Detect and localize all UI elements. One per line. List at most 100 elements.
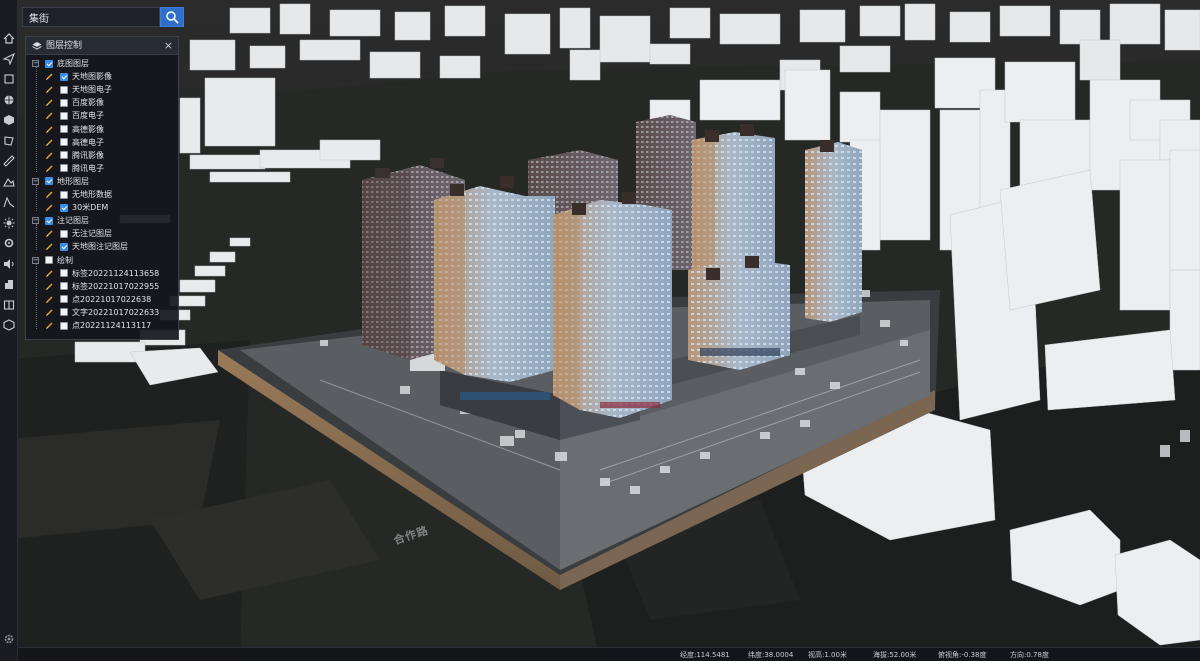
navigate-icon[interactable]	[3, 53, 15, 65]
layer-checkbox[interactable]	[60, 203, 68, 212]
pencil-icon[interactable]	[45, 282, 54, 291]
heading-readout: 方向:0.78度	[1010, 651, 1049, 659]
panel-title: 图层控制	[46, 41, 83, 51]
layer-label: 百度电子	[72, 111, 104, 121]
tree-connector	[36, 224, 37, 251]
search-input[interactable]	[22, 7, 160, 27]
left-toolbar	[0, 0, 18, 661]
polygon-icon[interactable]	[3, 135, 15, 147]
view-height-readout: 视高:1.00米	[808, 651, 847, 659]
layer-icon[interactable]	[3, 73, 15, 85]
layer-label: 腾讯电子	[72, 163, 104, 173]
compare-icon[interactable]	[3, 299, 15, 311]
layer-checkbox[interactable]	[60, 308, 68, 317]
panel-header: 图层控制 ×	[26, 37, 178, 55]
layer-label: 百度影像	[72, 98, 104, 108]
layer-label: 文字20221017022633	[72, 307, 160, 317]
layer-label: 点20221124113117	[72, 321, 152, 330]
status-bar: 经度:114.5481 纬度:38.0004 视高:1.00米 海拔:52.00…	[18, 647, 1200, 661]
cube-icon[interactable]	[3, 114, 15, 126]
layer-label: 高德电子	[72, 137, 104, 147]
layer-label: 高德影像	[72, 124, 104, 134]
collapse-icon[interactable]: −	[32, 217, 39, 225]
pencil-icon[interactable]	[45, 85, 54, 94]
close-icon[interactable]: ×	[164, 37, 173, 55]
pencil-icon[interactable]	[45, 72, 54, 81]
profile-icon[interactable]	[3, 196, 15, 208]
globe-icon[interactable]	[3, 94, 15, 106]
tree-connector	[36, 67, 37, 172]
pencil-icon[interactable]	[45, 321, 54, 330]
model-icon[interactable]	[3, 319, 15, 331]
tree-connector	[36, 263, 37, 329]
layer-label: 无注记图层	[72, 229, 112, 239]
layer-checkbox[interactable]	[60, 295, 68, 304]
longitude-readout: 经度:114.5481	[680, 651, 730, 659]
layer-checkbox[interactable]	[60, 98, 68, 107]
pencil-icon[interactable]	[45, 269, 54, 278]
group-checkbox[interactable]	[45, 177, 53, 186]
gis-viewer: 合作路 集街 图层控制 × − 底图图层 天地图影像 天地图电子 百度影像 百度…	[0, 0, 1200, 661]
collapse-icon[interactable]: −	[32, 256, 39, 264]
layer-checkbox[interactable]	[60, 151, 68, 160]
search-icon	[166, 11, 179, 24]
layer-label: 30米DEM	[72, 203, 109, 213]
ruler-icon[interactable]	[3, 155, 15, 167]
pencil-icon[interactable]	[45, 164, 54, 173]
layer-checkbox[interactable]	[60, 229, 68, 238]
layer-checkbox[interactable]	[60, 282, 68, 291]
pencil-icon[interactable]	[45, 151, 54, 160]
map-3d-scene[interactable]	[0, 0, 1200, 661]
layer-checkbox[interactable]	[60, 190, 68, 199]
pencil-icon[interactable]	[45, 111, 54, 120]
layer-checkbox[interactable]	[60, 242, 68, 251]
group-checkbox[interactable]	[45, 59, 53, 68]
sun-icon[interactable]	[3, 217, 15, 229]
pencil-icon[interactable]	[45, 125, 54, 134]
terrain-icon[interactable]	[3, 176, 15, 188]
group-label: 底图图层	[57, 59, 89, 68]
pencil-icon[interactable]	[45, 242, 54, 251]
layer-checkbox[interactable]	[60, 111, 68, 120]
pencil-icon[interactable]	[45, 229, 54, 238]
pencil-icon[interactable]	[45, 203, 54, 212]
layer-label: 腾讯影像	[72, 150, 104, 160]
pitch-readout: 俯视角:-0.38度	[938, 651, 987, 659]
layer-checkbox[interactable]	[60, 85, 68, 94]
home-icon[interactable]	[3, 32, 15, 44]
pencil-icon[interactable]	[45, 190, 54, 199]
layer-label: 标签20221124113658	[72, 268, 160, 278]
layer-checkbox[interactable]	[60, 138, 68, 147]
layer-checkbox[interactable]	[60, 72, 68, 81]
group-checkbox[interactable]	[45, 256, 53, 264]
layer-label: 标签20221017022955	[72, 281, 160, 291]
gear-icon[interactable]	[3, 633, 15, 645]
layer-label: 无地形数据	[72, 190, 112, 199]
group-checkbox[interactable]	[45, 216, 53, 225]
layer-checkbox[interactable]	[60, 269, 68, 278]
search-button[interactable]	[160, 7, 184, 27]
altitude-readout: 海拔:52.00米	[873, 651, 917, 659]
latitude-readout: 纬度:38.0004	[748, 651, 794, 659]
collapse-icon[interactable]: −	[32, 60, 39, 67]
pencil-icon[interactable]	[45, 295, 54, 304]
layers-icon	[32, 42, 42, 50]
pencil-icon[interactable]	[45, 98, 54, 107]
sound-icon[interactable]	[3, 258, 15, 270]
layer-checkbox[interactable]	[60, 125, 68, 133]
layer-checkbox[interactable]	[60, 321, 68, 330]
group-label: 绘制	[57, 255, 73, 265]
layer-label: 天地图注记图层	[72, 242, 128, 252]
layer-checkbox[interactable]	[60, 164, 68, 173]
collapse-icon[interactable]: −	[32, 177, 39, 185]
group-label: 注记图层	[57, 216, 89, 226]
pencil-icon[interactable]	[45, 138, 54, 147]
group-label: 地形图层	[57, 176, 89, 186]
layer-label: 点20221017022638	[72, 294, 152, 304]
layer-label: 天地图电子	[72, 85, 112, 95]
settings-icon[interactable]	[3, 237, 15, 249]
building-icon[interactable]	[3, 278, 15, 290]
pencil-icon[interactable]	[45, 308, 54, 317]
tree-connector	[36, 184, 37, 212]
layer-label: 天地图影像	[72, 72, 112, 82]
